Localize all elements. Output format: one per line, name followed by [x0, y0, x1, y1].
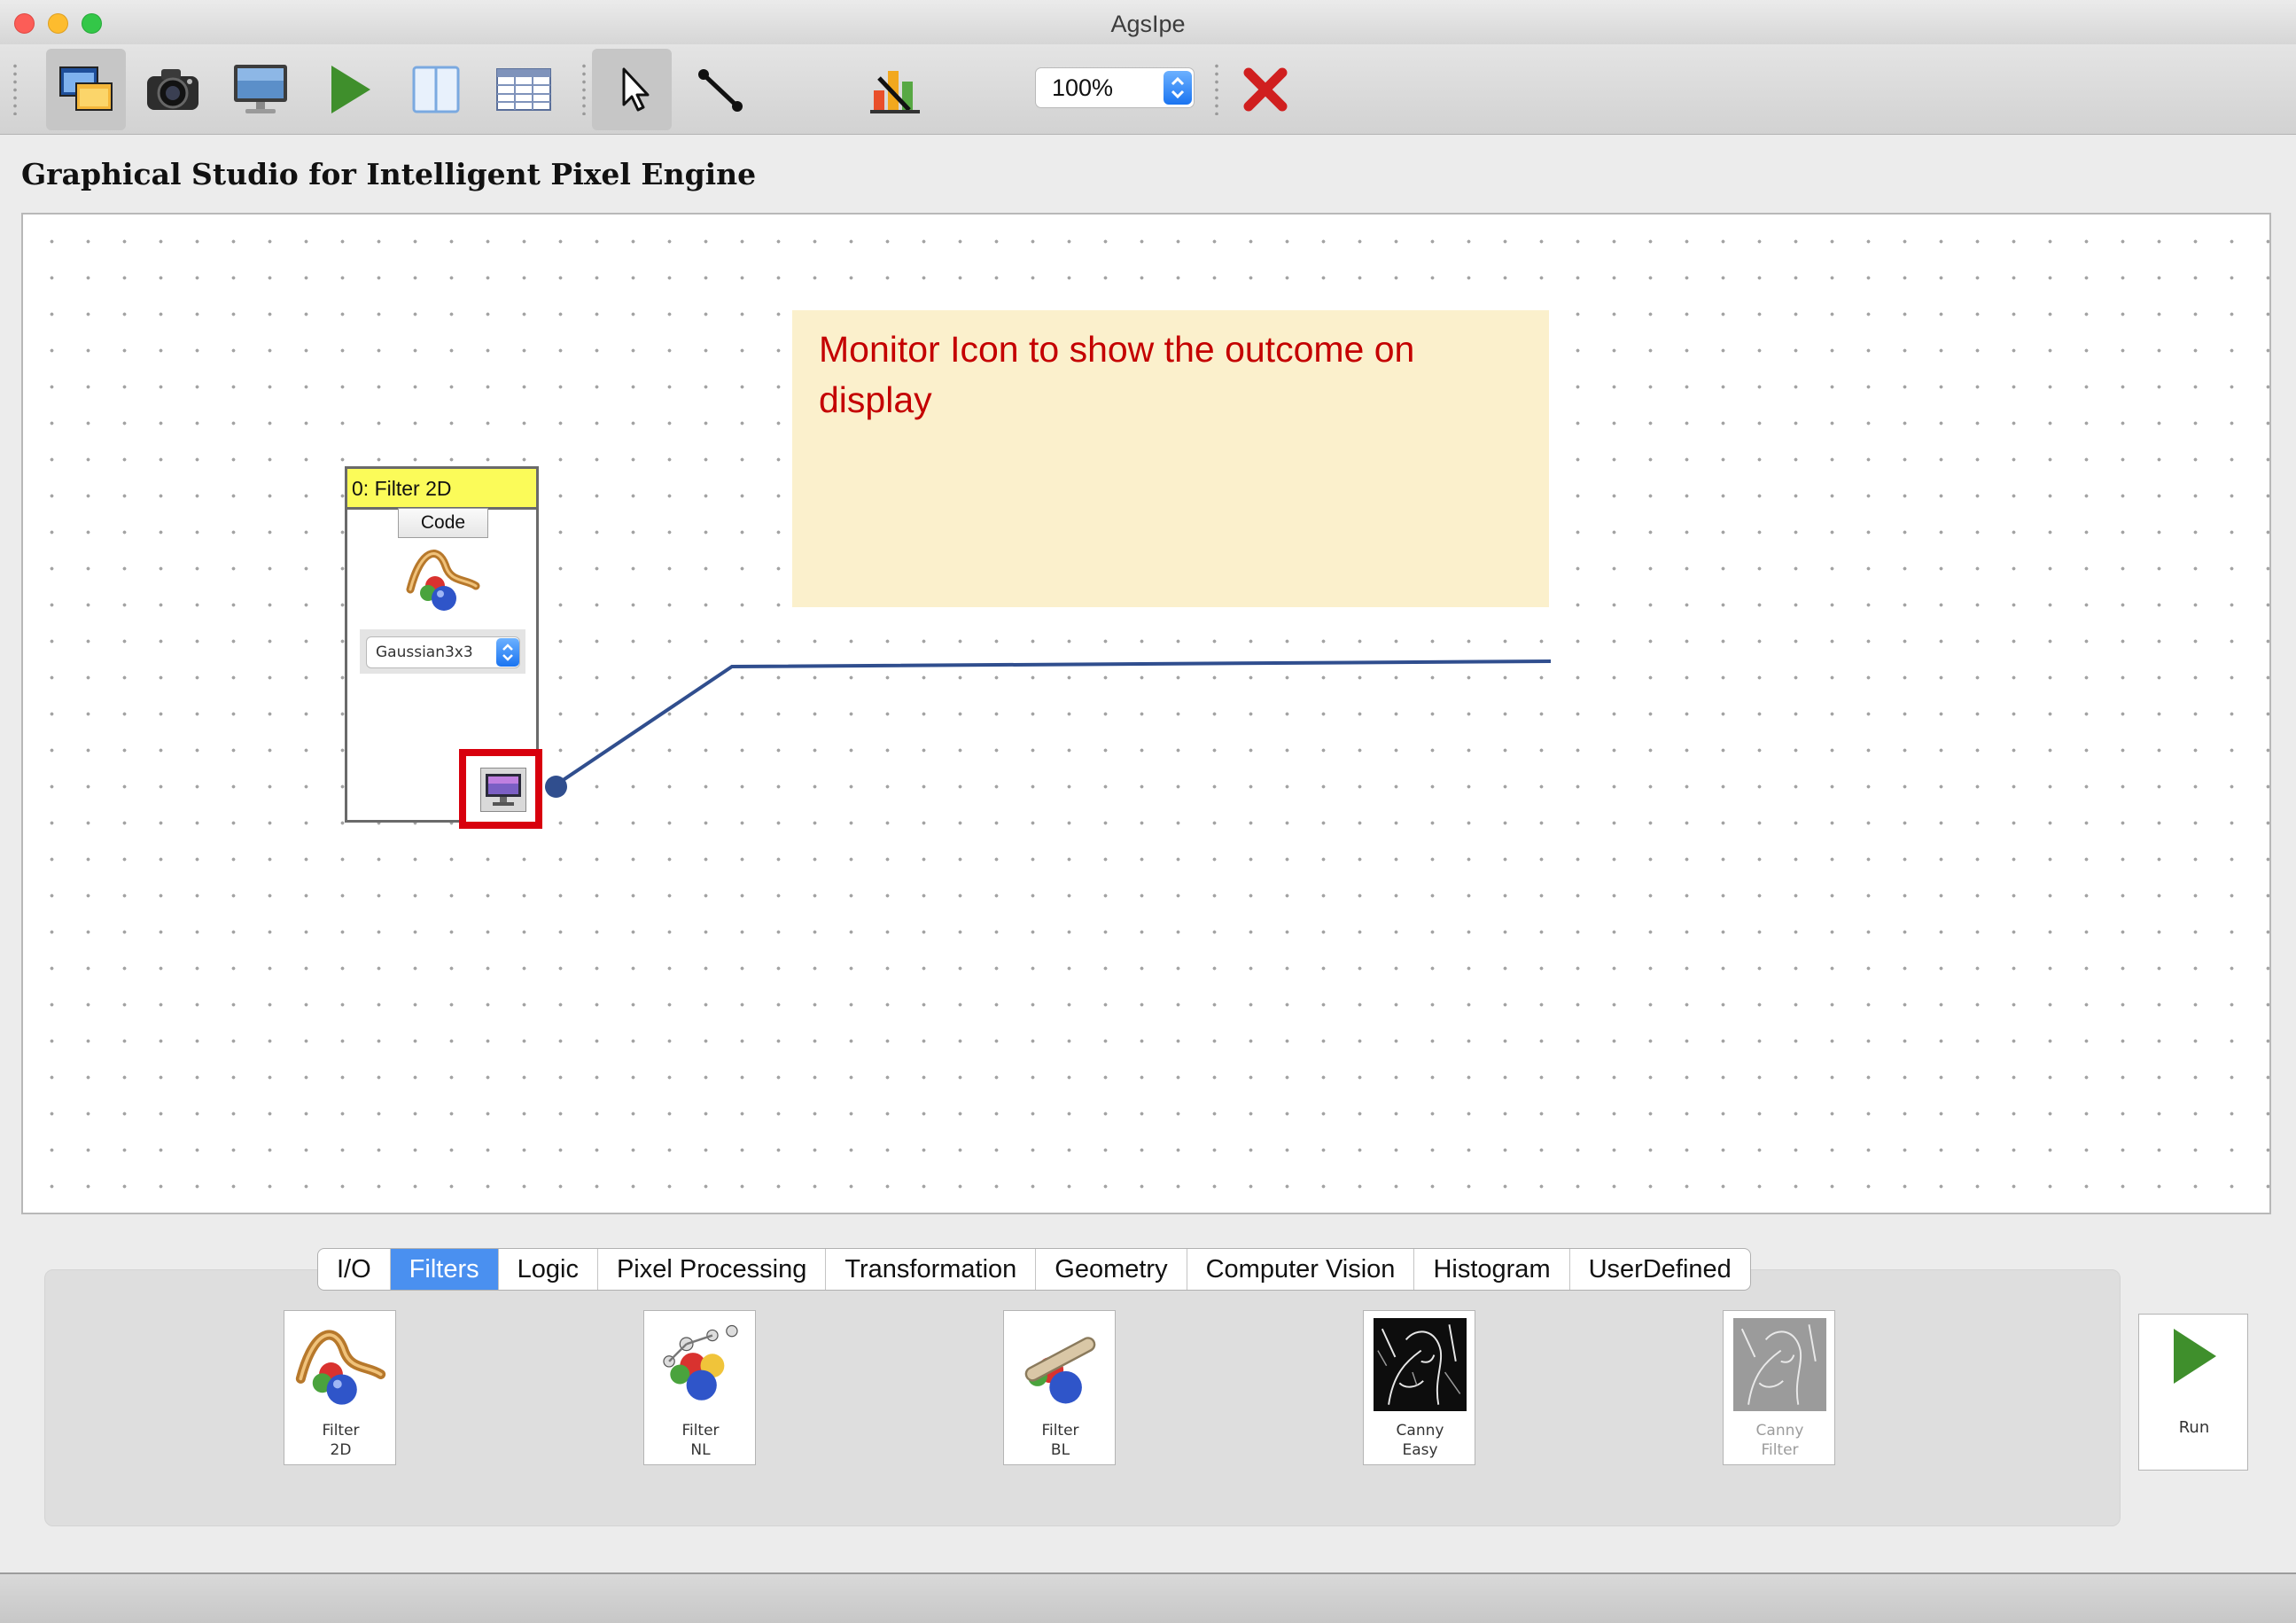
select-tool-button[interactable]	[592, 49, 672, 130]
tool-label-line2: Easy	[1402, 1441, 1438, 1459]
tool-filter-2d[interactable]: Filter 2D	[284, 1310, 396, 1465]
toolbar-separator	[581, 62, 587, 115]
tool-label-line2: 2D	[330, 1441, 352, 1459]
chart-icon	[870, 71, 920, 113]
tab-io[interactable]: I/O	[318, 1249, 391, 1290]
columns-icon	[412, 66, 460, 113]
tab-transformation[interactable]: Transformation	[826, 1249, 1037, 1290]
tool-label-line2: BL	[1050, 1441, 1070, 1459]
tool-label-line1: Filter	[1041, 1422, 1079, 1440]
zoom-select[interactable]: 100%	[1035, 67, 1195, 108]
canny-easy-icon	[1374, 1318, 1467, 1411]
windows-icon	[59, 66, 113, 111]
tool-label: Canny Filter	[1724, 1421, 1836, 1460]
node-header[interactable]: 0: Filter 2D	[347, 469, 536, 510]
annotation-note: Monitor Icon to show the outcome on disp…	[792, 310, 1549, 607]
tool-label-line1: Canny	[1396, 1422, 1444, 1440]
cursor-icon	[622, 67, 650, 112]
monitor-button[interactable]	[221, 49, 300, 130]
canny-filter-icon	[1733, 1318, 1826, 1411]
run-button-toolbar[interactable]	[308, 49, 388, 130]
camera-button[interactable]	[133, 49, 213, 130]
split-view-button[interactable]	[396, 49, 476, 130]
tool-label-line1: Filter	[322, 1422, 360, 1440]
play-icon	[2174, 1329, 2216, 1384]
tool-label-line2: Filter	[1761, 1441, 1799, 1459]
monitor-icon	[234, 65, 287, 113]
tab-logic[interactable]: Logic	[499, 1249, 598, 1290]
node-filter-stepper[interactable]	[496, 638, 519, 667]
monitor-port-icon[interactable]	[480, 768, 526, 812]
run-button[interactable]: Run	[2138, 1314, 2248, 1471]
tool-filter-bl[interactable]: Filter BL	[1003, 1310, 1116, 1465]
table-view-button[interactable]	[484, 49, 564, 130]
page-title: Graphical Studio for Intelligent Pixel E…	[21, 157, 757, 191]
camera-icon	[147, 69, 198, 110]
node-filter-select[interactable]: Gaussian3x3	[366, 636, 520, 668]
filter-2d-icon	[406, 550, 480, 611]
tool-label-line1: Filter	[681, 1422, 720, 1440]
node-title: 0: Filter 2D	[352, 477, 452, 500]
toolbar-separator	[1214, 62, 1219, 115]
node-code-button[interactable]: Code	[398, 508, 488, 538]
tool-label-line1: Canny	[1755, 1422, 1804, 1440]
title-bar: AgsIpe	[0, 0, 2296, 44]
tool-filter-nl[interactable]: Filter NL	[643, 1310, 756, 1465]
node-filter-value: Gaussian3x3	[376, 644, 473, 661]
zoom-stepper[interactable]	[1164, 71, 1192, 105]
monitor-port-highlight	[459, 749, 542, 829]
updown-chevron-icon	[1171, 76, 1185, 99]
node-output-port[interactable]	[545, 776, 567, 798]
close-icon	[1243, 67, 1288, 112]
tab-geometry[interactable]: Geometry	[1036, 1249, 1187, 1290]
link-icon	[698, 69, 743, 112]
tab-pixel-processing[interactable]: Pixel Processing	[598, 1249, 827, 1290]
annotation-text: Monitor Icon to show the outcome on disp…	[819, 329, 1415, 420]
tool-label: Filter NL	[644, 1421, 757, 1460]
tool-canny-easy[interactable]: Canny Easy	[1363, 1310, 1475, 1465]
window-title: AgsIpe	[1110, 11, 1186, 37]
run-label: Run	[2178, 1418, 2210, 1437]
open-windows-button[interactable]	[46, 49, 126, 130]
tool-label: Canny Easy	[1364, 1421, 1476, 1460]
filter-bl-icon	[1024, 1337, 1096, 1404]
chart-button[interactable]	[856, 49, 936, 130]
delete-button[interactable]	[1226, 49, 1305, 130]
tab-histogram[interactable]: Histogram	[1414, 1249, 1570, 1290]
node-filter-select-wrap: Gaussian3x3	[360, 629, 525, 674]
zoom-value: 100%	[1052, 74, 1114, 101]
tool-label: Filter 2D	[284, 1421, 397, 1460]
filter-nl-icon	[663, 1324, 738, 1401]
tool-label: Filter BL	[1004, 1421, 1117, 1460]
tab-userdefined[interactable]: UserDefined	[1570, 1249, 1750, 1290]
toolbar-grip[interactable]	[12, 62, 18, 115]
toolbar: 100%	[0, 44, 2296, 135]
updown-chevron-icon	[502, 644, 513, 661]
tool-canny-filter[interactable]: Canny Filter	[1723, 1310, 1835, 1465]
connect-tool-button[interactable]	[681, 49, 760, 130]
filter-2d-icon	[295, 1330, 386, 1405]
table-icon	[496, 68, 551, 111]
tab-filters[interactable]: Filters	[390, 1249, 499, 1290]
palette-tabs: I/O Filters Logic Pixel Processing Trans…	[317, 1248, 1751, 1291]
status-bar	[0, 1572, 2296, 1623]
play-icon	[331, 66, 370, 113]
tool-label-line2: NL	[690, 1441, 711, 1459]
tab-computer-vision[interactable]: Computer Vision	[1187, 1249, 1415, 1290]
